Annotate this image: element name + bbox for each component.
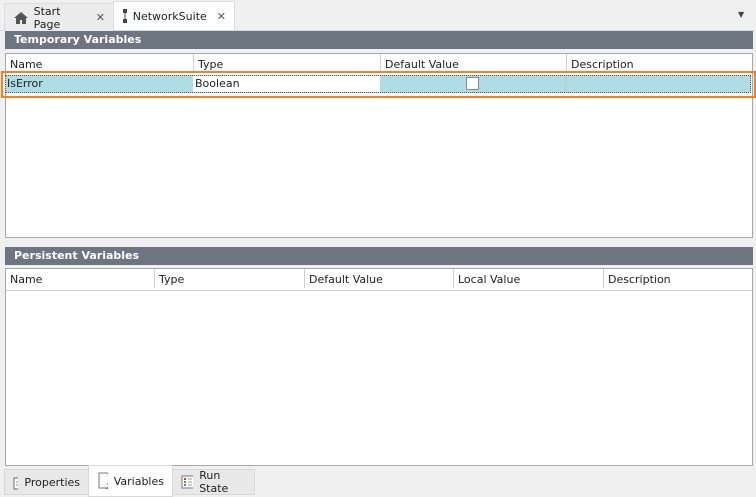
variables-icon: x [98, 472, 108, 490]
tab-networksuite[interactable]: NetworkSuite ✕ [113, 1, 235, 30]
temporary-variables-header: Temporary Variables [5, 31, 753, 49]
column-header-description[interactable]: Description [604, 269, 752, 288]
column-header-default-value[interactable]: Default Value [305, 269, 454, 288]
row-highlight [1, 71, 756, 98]
column-header-name[interactable]: Name [6, 269, 155, 288]
tab-label: Run State [199, 469, 229, 495]
tab-label: Start Page [33, 4, 61, 31]
column-header-type[interactable]: Type [155, 269, 305, 288]
tab-label: Variables [113, 474, 164, 488]
close-icon[interactable]: ✕ [96, 11, 105, 24]
run-state-icon [181, 475, 194, 489]
tab-list-dropdown-icon[interactable]: ▼ [738, 10, 744, 19]
network-icon [123, 9, 127, 23]
tab-start-page[interactable]: Start Page ✕ [4, 3, 114, 31]
home-icon [14, 11, 28, 24]
tab-label: NetworkSuite [132, 9, 207, 23]
close-icon[interactable]: ✕ [217, 10, 226, 23]
tab-variables[interactable]: x Variables [88, 465, 173, 497]
table-header: Name Type Default Value Local Value Desc… [6, 269, 752, 291]
tab-label: Properties [24, 475, 80, 489]
properties-icon [13, 477, 19, 490]
persistent-variables-table: Name Type Default Value Local Value Desc… [5, 268, 753, 466]
svg-text:x: x [105, 479, 108, 490]
tab-run-state[interactable]: Run State [172, 469, 255, 495]
persistent-variables-header: Persistent Variables [5, 247, 753, 265]
tab-properties[interactable]: Properties [4, 469, 89, 495]
column-header-local-value[interactable]: Local Value [454, 269, 604, 288]
